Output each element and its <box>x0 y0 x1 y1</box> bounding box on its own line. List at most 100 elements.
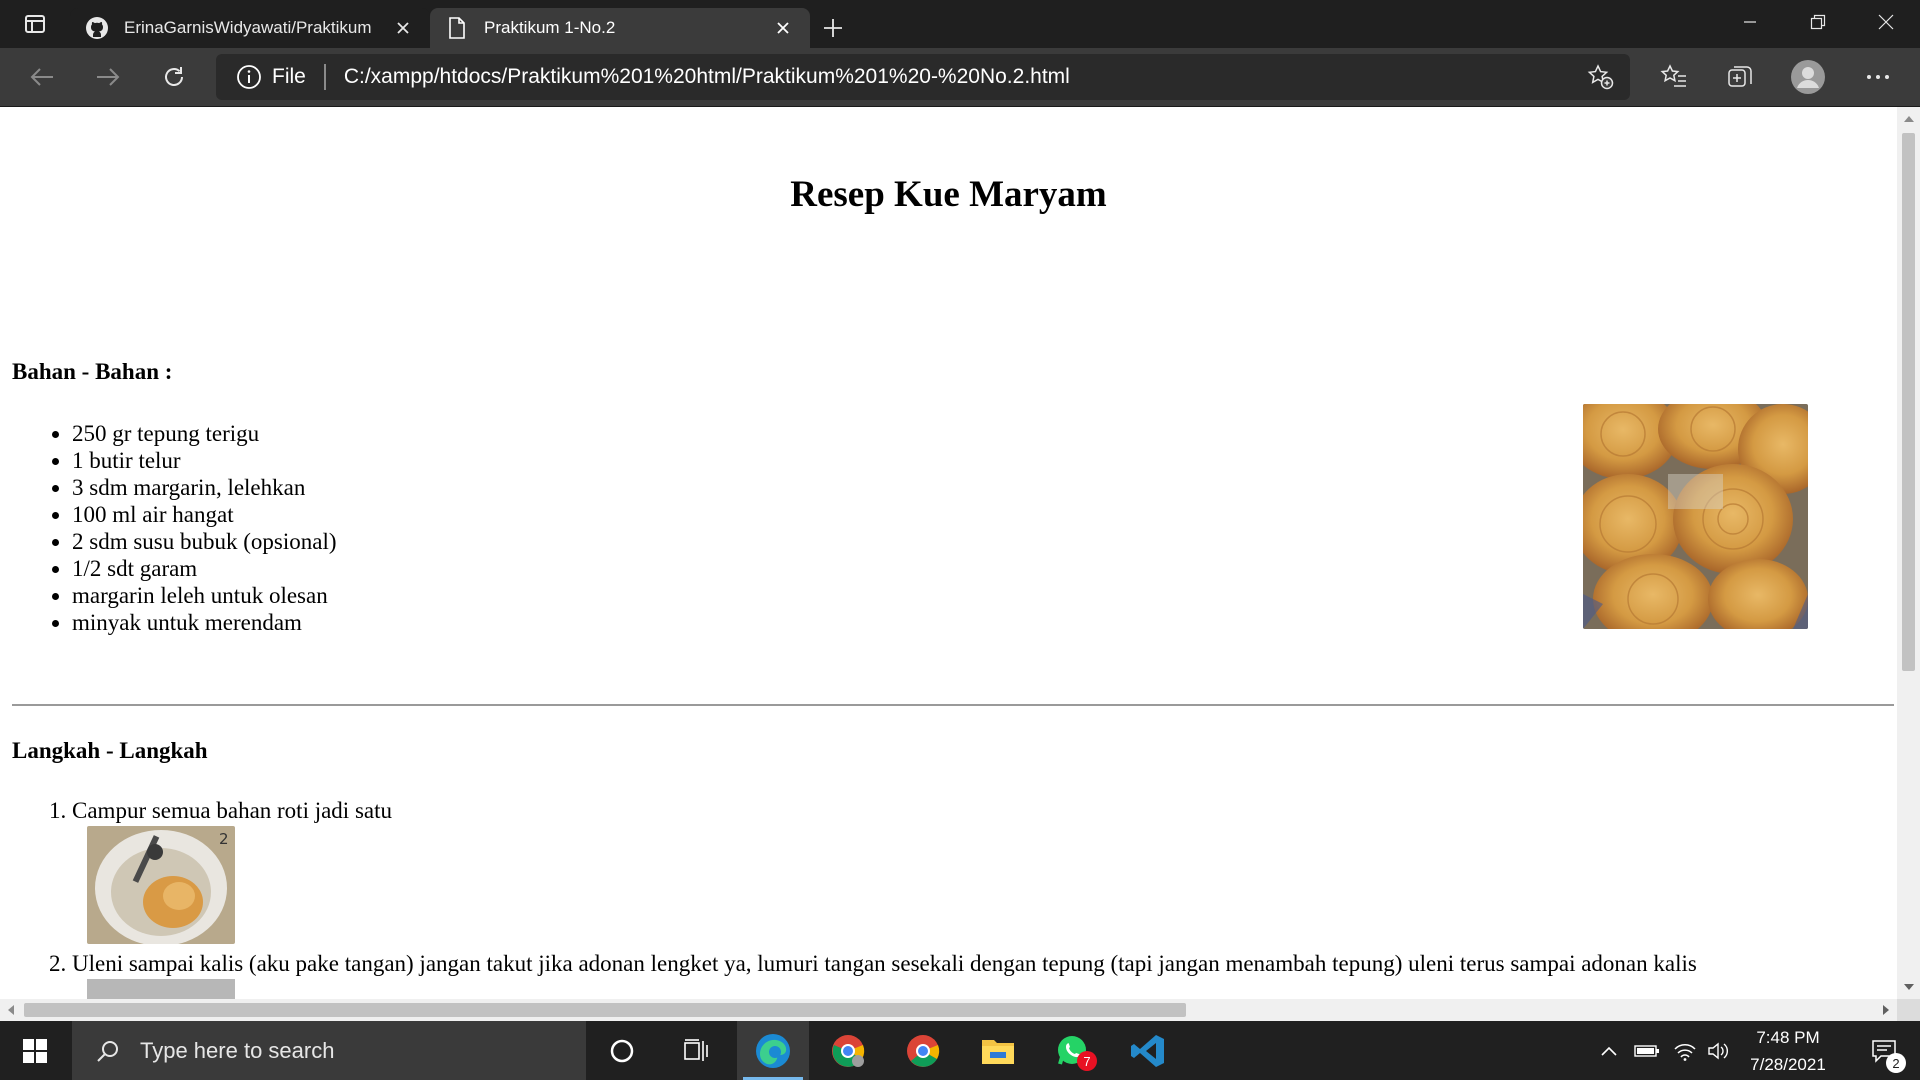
refresh-icon <box>165 67 183 86</box>
list-item: 100 ml air hangat <box>72 501 337 528</box>
clock-date: 7/28/2021 <box>1750 1054 1826 1074</box>
scroll-down-arrow-icon[interactable] <box>1897 977 1920 997</box>
star-add-icon <box>1587 64 1614 90</box>
plus-icon <box>824 19 842 37</box>
tab-title: Praktikum 1-No.2 <box>484 18 616 37</box>
protocol-label: File <box>272 65 306 88</box>
collections-button[interactable] <box>1718 56 1762 98</box>
info-icon[interactable] <box>232 60 266 94</box>
tab-praktikum[interactable]: Praktikum 1-No.2 <box>430 8 810 48</box>
edge-icon <box>756 1033 790 1068</box>
taskbar-whatsapp[interactable]: 7 <box>1037 1021 1109 1080</box>
vertical-scroll-thumb[interactable] <box>1902 133 1915 671</box>
scroll-right-arrow-icon[interactable] <box>1875 999 1897 1021</box>
taskbar-chrome-profile[interactable] <box>812 1021 884 1080</box>
horizontal-scrollbar[interactable] <box>0 999 1897 1021</box>
list-item: 2 sdm susu bubuk (opsional) <box>72 528 337 555</box>
horizontal-scroll-thumb[interactable] <box>24 1003 1186 1017</box>
close-icon <box>1878 14 1894 30</box>
list-item: 1 butir telur <box>72 447 337 474</box>
tab-github[interactable]: ErinaGarnisWidyawati/Praktikum <box>70 8 430 48</box>
folder-icon <box>982 1039 1014 1064</box>
chrome-icon <box>832 1034 865 1067</box>
ingredients-heading: Bahan - Bahan : <box>12 359 173 384</box>
settings-more-button[interactable] <box>1856 56 1900 98</box>
horizontal-rule <box>12 704 1894 706</box>
steps-list: Campur semua bahan roti jadi satu 2 Ulen… <box>12 797 1697 999</box>
chrome-icon <box>907 1034 940 1067</box>
windows-logo-icon <box>23 1038 47 1063</box>
browser-tab-bar: ErinaGarnisWidyawati/Praktikum Praktikum… <box>0 0 1920 48</box>
avatar-icon <box>1791 60 1825 94</box>
list-item: Uleni sampai kalis (aku pake tangan) jan… <box>72 950 1697 999</box>
tab-title: ErinaGarnisWidyawati/Praktikum <box>124 18 372 37</box>
task-view-button[interactable] <box>660 1021 732 1080</box>
start-button[interactable] <box>0 1021 70 1080</box>
forward-button[interactable] <box>88 58 128 96</box>
browser-toolbar: File C:/xampp/htdocs/Praktikum%201%20htm… <box>0 48 1920 107</box>
step-2-image <box>87 979 235 999</box>
cortana-icon <box>610 1039 634 1062</box>
file-icon <box>444 15 470 41</box>
wifi-icon <box>1674 1043 1696 1061</box>
scroll-left-arrow-icon[interactable] <box>0 999 22 1021</box>
scroll-corner <box>1897 999 1920 1021</box>
close-tab-icon[interactable] <box>390 15 416 41</box>
search-placeholder: Type here to search <box>140 1037 335 1063</box>
new-tab-button[interactable] <box>810 8 856 48</box>
address-bar[interactable]: File C:/xampp/htdocs/Praktikum%201%20htm… <box>216 54 1630 100</box>
scroll-up-arrow-icon[interactable] <box>1897 109 1920 129</box>
profile-button[interactable] <box>1786 56 1830 98</box>
battery-icon <box>1634 1044 1659 1057</box>
taskbar-search-box[interactable]: Type here to search <box>72 1021 586 1080</box>
step-text: Uleni sampai kalis (aku pake tangan) jan… <box>72 951 1697 976</box>
vertical-scrollbar[interactable] <box>1897 107 1920 999</box>
list-item: 1/2 sdt garam <box>72 555 337 582</box>
arrow-left-icon <box>30 68 53 86</box>
taskbar-clock[interactable]: 7:48 PM 7/28/2021 <box>1720 1021 1856 1080</box>
step-text: Campur semua bahan roti jadi satu <box>72 798 393 823</box>
chevron-up-icon <box>1601 1046 1617 1056</box>
close-window-button[interactable] <box>1852 0 1920 44</box>
step-1-image: 2 <box>87 826 235 944</box>
favorites-icon <box>1660 64 1686 87</box>
taskbar-file-explorer[interactable] <box>962 1021 1034 1080</box>
tab-actions-button[interactable] <box>0 0 70 48</box>
action-center-button[interactable]: 2 <box>1856 1021 1912 1080</box>
minimize-button[interactable] <box>1716 0 1784 44</box>
network-button[interactable] <box>1668 1021 1702 1080</box>
github-icon <box>84 15 110 41</box>
battery-button[interactable] <box>1630 1021 1664 1080</box>
page-viewport: Resep Kue Maryam Bahan - Bahan : 250 gr … <box>0 107 1897 999</box>
kue-maryam-image <box>1583 404 1808 629</box>
list-item: Campur semua bahan roti jadi satu 2 <box>72 797 1697 944</box>
list-item: 250 gr tepung terigu <box>72 420 337 447</box>
url-text[interactable]: C:/xampp/htdocs/Praktikum%201%20html/Pra… <box>344 65 1580 89</box>
refresh-button[interactable] <box>154 58 194 96</box>
collections-icon <box>1728 66 1752 87</box>
list-item: 3 sdm margarin, lelehkan <box>72 474 337 501</box>
tab-actions-icon <box>25 15 45 33</box>
taskbar-chrome[interactable] <box>887 1021 959 1080</box>
more-icon <box>1867 75 1889 79</box>
search-icon <box>88 1031 128 1071</box>
vscode-icon <box>1131 1034 1164 1067</box>
cortana-button[interactable] <box>586 1021 658 1080</box>
show-hidden-icons-button[interactable] <box>1596 1021 1622 1080</box>
restore-icon <box>1810 14 1826 30</box>
favorites-button[interactable] <box>1652 56 1696 98</box>
arrow-right-icon <box>97 68 120 86</box>
back-button[interactable] <box>22 58 62 96</box>
close-tab-icon[interactable] <box>770 15 796 41</box>
taskbar-vscode[interactable] <box>1112 1021 1184 1080</box>
whatsapp-badge: 7 <box>1077 1051 1097 1071</box>
taskbar-edge[interactable] <box>737 1021 809 1080</box>
page-title: Resep Kue Maryam <box>790 174 1107 215</box>
task-view-icon <box>684 1038 708 1061</box>
restore-button[interactable] <box>1784 0 1852 44</box>
list-item: margarin leleh untuk olesan <box>72 582 337 609</box>
window-controls <box>1716 0 1920 44</box>
steps-heading: Langkah - Langkah <box>12 738 208 763</box>
add-favorite-button[interactable] <box>1580 57 1620 97</box>
minimize-icon <box>1744 21 1756 23</box>
